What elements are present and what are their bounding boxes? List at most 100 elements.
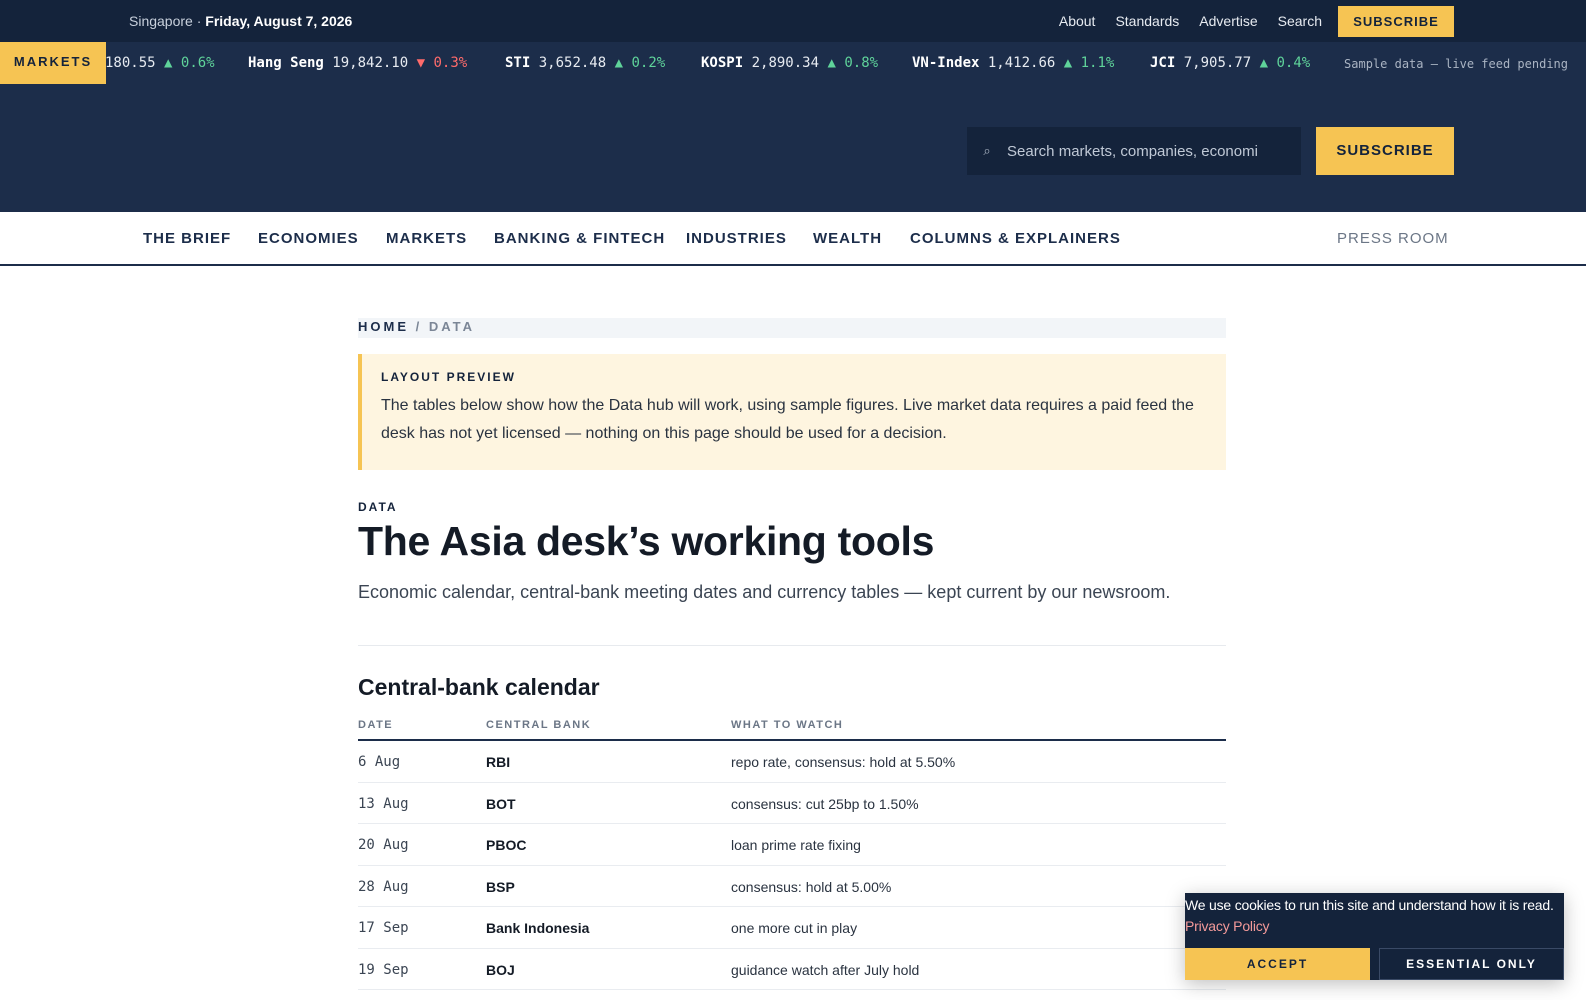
- row-date: 19 Sep: [358, 961, 409, 978]
- search-icon: ⌕: [983, 143, 991, 158]
- row-bank: PBOC: [486, 837, 527, 853]
- ticker-item[interactable]: 180.55 ▲ 0.6%: [105, 55, 215, 71]
- ticker-value: 19,842.10: [332, 55, 409, 71]
- layout-preview-notice: LAYOUT PREVIEW The tables below show how…: [358, 354, 1226, 470]
- ticker-arrow-up-icon: ▲: [827, 55, 836, 71]
- table-row: 19 Sep BOJ guidance watch after July hol…: [358, 949, 1226, 990]
- row-watch: consensus: cut 25bp to 1.50%: [731, 795, 919, 812]
- nav-item-the-brief[interactable]: THE BRIEF: [143, 230, 231, 247]
- ticker-name: VN-Index: [912, 55, 980, 71]
- subscribe-button-top[interactable]: SUBSCRIBE: [1338, 6, 1454, 37]
- row-bank: BOT: [486, 795, 516, 812]
- breadcrumb-home-link[interactable]: HOME: [358, 319, 409, 334]
- breadcrumb-separator: /: [415, 319, 423, 334]
- ticker-change: 0.6%: [180, 55, 215, 71]
- utility-links: About Standards Advertise Search: [1059, 13, 1322, 29]
- ticker-arrow-up-icon: ▲: [1259, 55, 1269, 71]
- main-content: HOME / DATA LAYOUT PREVIEW The tables be…: [358, 266, 1226, 990]
- standards-link[interactable]: Standards: [1115, 13, 1179, 29]
- section-kicker: DATA: [358, 500, 398, 514]
- ticker-arrow-down-icon: ▼: [416, 55, 426, 71]
- dateline-separator: ·: [192, 13, 206, 29]
- row-bank: Bank Indonesia: [486, 920, 590, 936]
- table-row: 28 Aug BSP consensus: hold at 5.00%: [358, 866, 1226, 907]
- nav-item-industries[interactable]: INDUSTRIES: [686, 230, 787, 247]
- preview-label: LAYOUT PREVIEW: [381, 370, 516, 384]
- ticker-sample-note: Sample data — live feed pending: [1344, 57, 1568, 71]
- nav-item-banking-fintech[interactable]: BANKING & FINTECH: [494, 230, 665, 247]
- ticker-item[interactable]: JCI 7,905.77 ▲ 0.4%: [1150, 55, 1310, 71]
- row-date: 13 Aug: [358, 795, 409, 812]
- nav-item-columns-explainers[interactable]: COLUMNS & EXPLAINERS: [910, 230, 1121, 247]
- ticker-arrow-up-icon: ▲: [164, 55, 173, 71]
- ticker-change: 0.4%: [1276, 55, 1311, 71]
- calendar-heading: Central-bank calendar: [358, 674, 600, 700]
- ticker-name: Hang Seng: [248, 55, 324, 71]
- ticker-value: 7,905.77: [1183, 55, 1252, 71]
- row-watch: loan prime rate fixing: [731, 837, 861, 853]
- divider: [358, 645, 1226, 646]
- ticker-arrow-up-icon: ▲: [1063, 55, 1073, 71]
- cookie-text: We use cookies to run this site and unde…: [1185, 897, 1554, 913]
- cookie-essential-only-button[interactable]: ESSENTIAL ONLY: [1379, 948, 1564, 980]
- page-title: The Asia desk’s working tools: [358, 518, 935, 564]
- ticker-label: MARKETS: [0, 42, 106, 84]
- column-header-what-to-watch: WHAT TO WATCH: [731, 719, 844, 731]
- cookie-message: We use cookies to run this site and unde…: [1185, 895, 1564, 937]
- column-header-central-bank: CENTRAL BANK: [486, 719, 592, 731]
- ticker-name: JCI: [1150, 55, 1176, 71]
- cookie-banner: We use cookies to run this site and unde…: [1185, 893, 1564, 980]
- search-link[interactable]: Search: [1278, 13, 1322, 29]
- ticker-value: 2,890.34: [751, 55, 820, 71]
- markets-ticker: MARKETS 180.55 ▲ 0.6% Hang Seng 19,842.1…: [0, 42, 1586, 84]
- row-bank: BOJ: [486, 961, 515, 978]
- table-row: 6 Aug RBI repo rate, consensus: hold at …: [358, 741, 1226, 783]
- nav-item-markets[interactable]: MARKETS: [386, 230, 467, 247]
- nav-item-press-room[interactable]: PRESS ROOM: [1337, 230, 1449, 247]
- breadcrumb-current: DATA: [428, 319, 476, 334]
- ticker-change: 0.2%: [631, 55, 666, 71]
- cookie-accept-button[interactable]: ACCEPT: [1185, 948, 1370, 980]
- ticker-change: 1.1%: [1080, 55, 1115, 71]
- page-dek: Economic calendar, central-bank meeting …: [358, 582, 1171, 602]
- ticker-item[interactable]: KOSPI 2,890.34 ▲ 0.8%: [701, 55, 878, 71]
- row-watch: consensus: hold at 5.00%: [731, 878, 892, 895]
- ticker-value: 180.55: [105, 55, 156, 71]
- ticker-arrow-up-icon: ▲: [614, 55, 624, 71]
- section-nav: THE BRIEF ECONOMIES MARKETS BANKING & FI…: [0, 212, 1586, 266]
- ticker-change: 0.8%: [844, 55, 879, 71]
- location-label: Singapore: [129, 13, 193, 29]
- ticker-value: 1,412.66: [987, 55, 1056, 71]
- top-utility-bar: Singapore · Friday, August 7, 2026 About…: [0, 0, 1586, 42]
- current-date: Friday, August 7, 2026: [205, 13, 353, 29]
- row-date: 6 Aug: [358, 754, 401, 770]
- ticker-name: KOSPI: [701, 55, 744, 71]
- ticker-value: 3,652.48: [538, 55, 607, 71]
- ticker-item[interactable]: Hang Seng 19,842.10 ▼ 0.3%: [248, 55, 467, 71]
- table-row: 13 Aug BOT consensus: cut 25bp to 1.50%: [358, 783, 1226, 824]
- nav-item-economies[interactable]: ECONOMIES: [258, 230, 359, 247]
- row-watch: guidance watch after July hold: [731, 961, 920, 978]
- search-box[interactable]: ⌕: [967, 127, 1301, 175]
- search-input[interactable]: [1007, 142, 1287, 160]
- ticker-item[interactable]: VN-Index 1,412.66 ▲ 1.1%: [912, 55, 1114, 71]
- calendar-table-header: DATE CENTRAL BANK WHAT TO WATCH: [358, 719, 1226, 741]
- column-header-date: DATE: [358, 719, 394, 731]
- subscribe-button-masthead[interactable]: SUBSCRIBE: [1316, 127, 1454, 175]
- breadcrumb: HOME / DATA: [358, 318, 1226, 338]
- row-date: 20 Aug: [358, 837, 409, 853]
- ticker-change: 0.3%: [433, 55, 468, 71]
- masthead: ⌕ SUBSCRIBE: [0, 84, 1586, 212]
- table-row: 20 Aug PBOC loan prime rate fixing: [358, 824, 1226, 866]
- about-link[interactable]: About: [1059, 13, 1096, 29]
- row-watch: one more cut in play: [731, 920, 858, 936]
- nav-item-wealth[interactable]: WEALTH: [813, 230, 882, 247]
- row-bank: RBI: [486, 754, 511, 770]
- privacy-policy-link[interactable]: Privacy Policy: [1185, 918, 1270, 934]
- advertise-link[interactable]: Advertise: [1199, 13, 1257, 29]
- preview-text: The tables below show how the Data hub w…: [381, 397, 1194, 442]
- dateline: Singapore · Friday, August 7, 2026: [129, 13, 352, 29]
- ticker-item[interactable]: STI 3,652.48 ▲ 0.2%: [505, 55, 665, 71]
- row-date: 28 Aug: [358, 878, 409, 895]
- ticker-name: STI: [505, 55, 531, 71]
